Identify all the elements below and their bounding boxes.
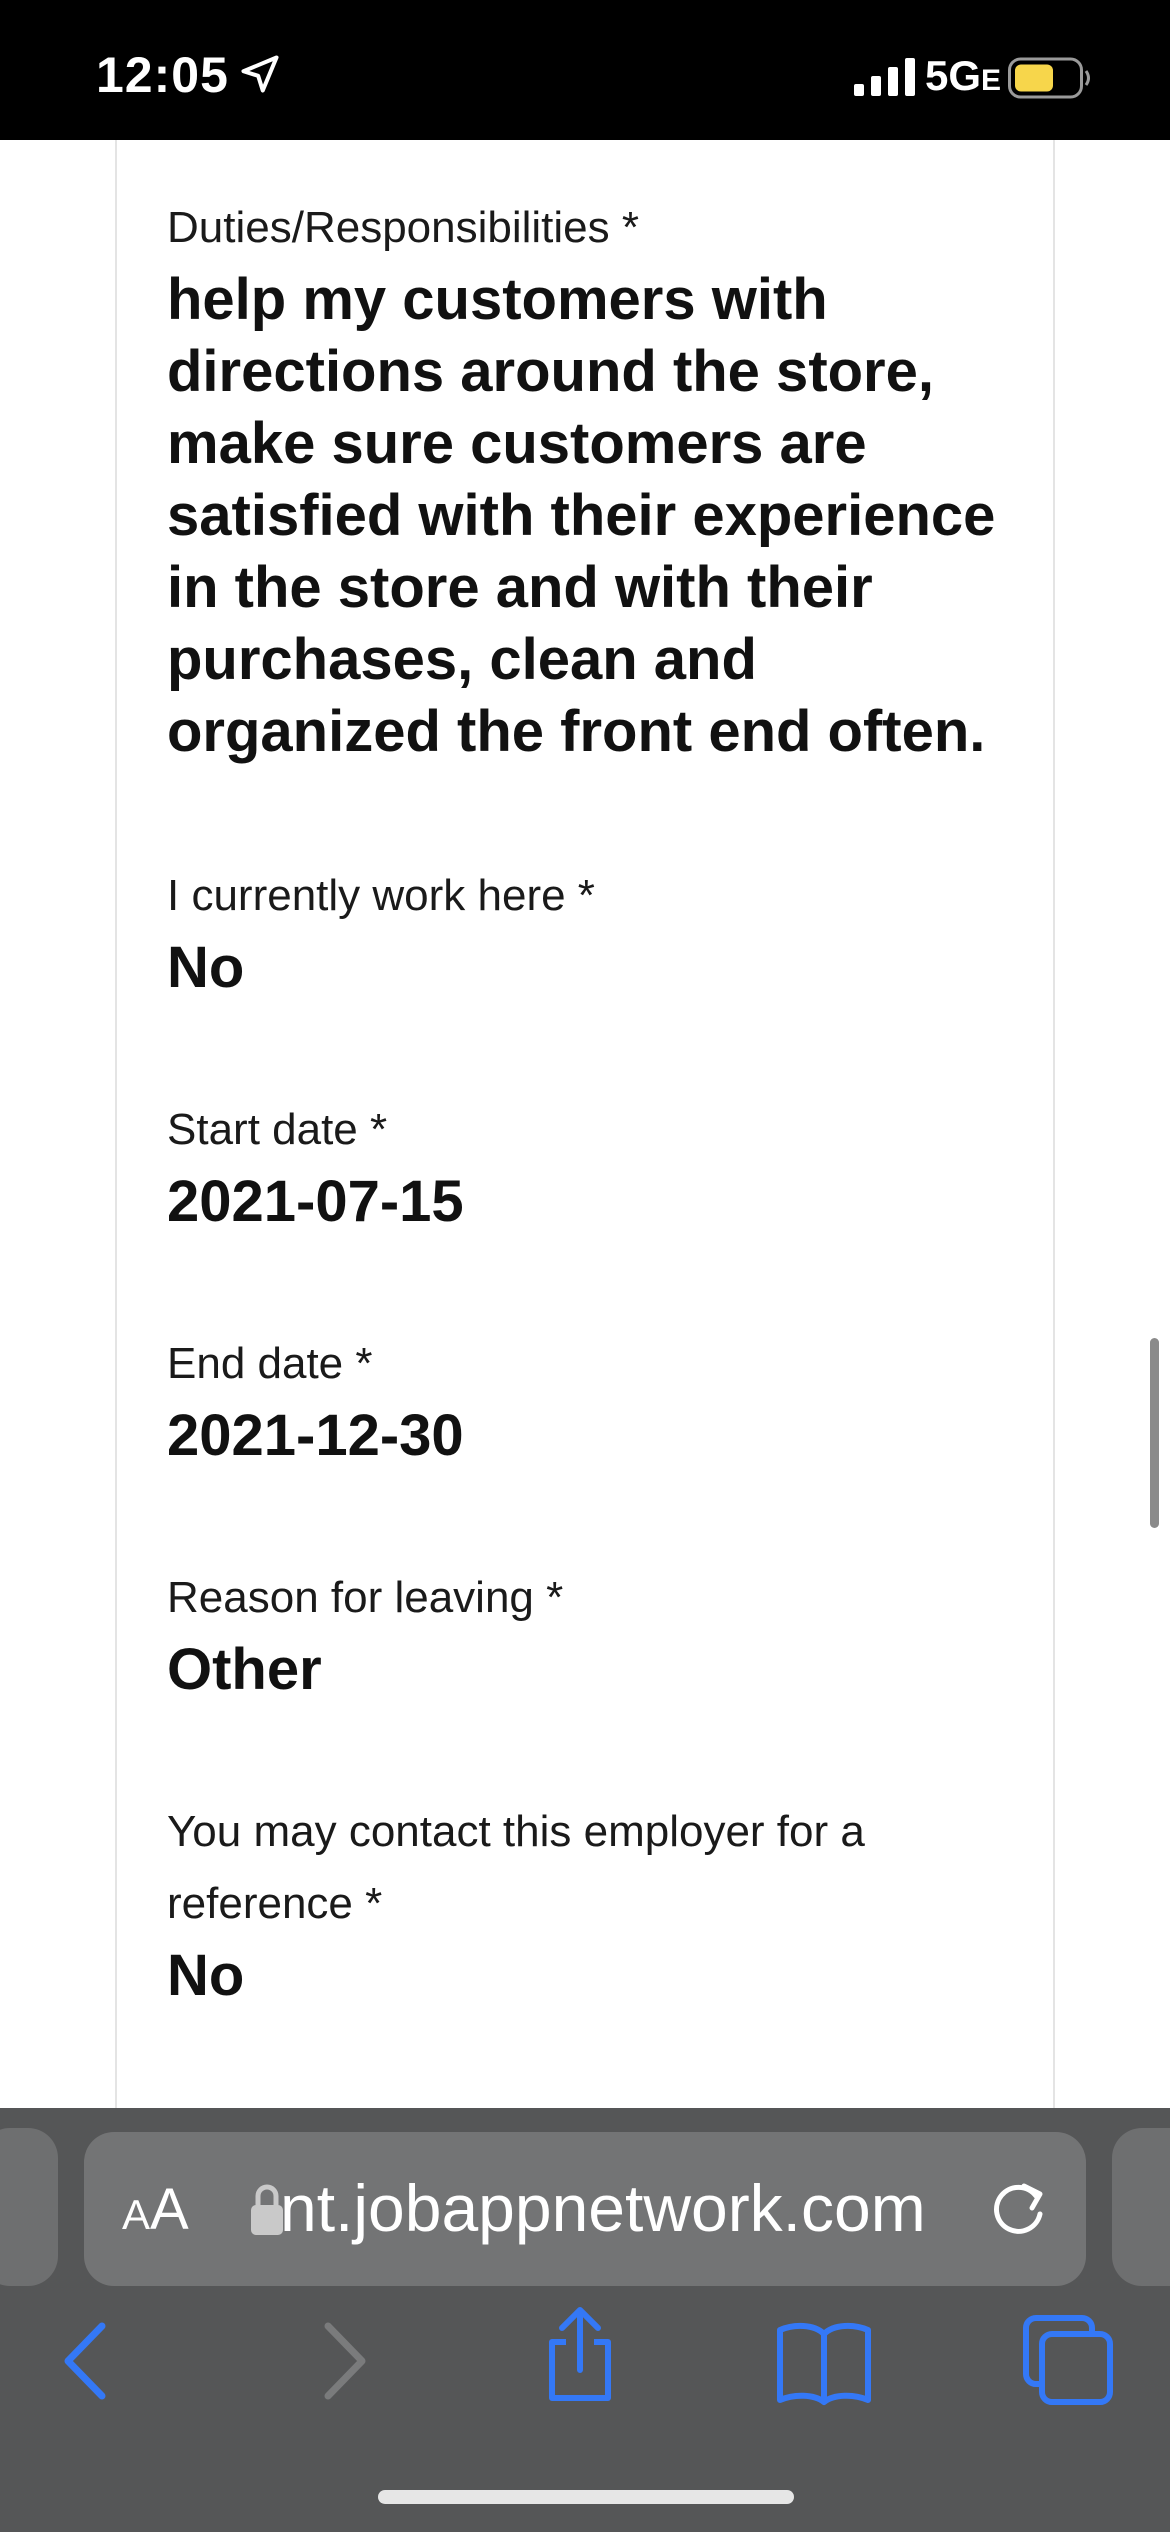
reason-for-leaving-value: Other	[167, 1637, 322, 1702]
scroll-indicator[interactable]	[1150, 1338, 1159, 1528]
contact-reference-field: You may contact this employer for a refe…	[167, 1796, 1007, 2012]
reason-for-leaving-label: Reason for leaving *	[167, 1573, 564, 1622]
text-size-button[interactable]: AA	[122, 2176, 189, 2243]
forward-icon[interactable]	[290, 2316, 390, 2406]
currently-work-here-field: I currently work here * No	[167, 860, 1007, 1004]
back-icon[interactable]	[40, 2316, 140, 2406]
home-indicator[interactable]	[378, 2490, 794, 2504]
status-bar: 12:05 5GE	[0, 0, 1170, 140]
previous-tab-preview[interactable]	[0, 2128, 58, 2286]
contact-reference-value: No	[167, 1943, 245, 2008]
duties-field: Duties/Responsibilities * help my custom…	[167, 192, 1007, 768]
bookmarks-icon[interactable]	[774, 2316, 874, 2406]
employment-details-card: Duties/Responsibilities * help my custom…	[115, 140, 1055, 2110]
address-bar[interactable]: AA nt.jobappnetwork.com	[84, 2132, 1086, 2286]
status-time: 12:05	[96, 47, 229, 103]
network-type: 5GE	[925, 52, 1002, 99]
duties-label: Duties/Responsibilities *	[167, 203, 639, 252]
reason-for-leaving-field: Reason for leaving * Other	[167, 1562, 1007, 1706]
cellular-signal-icon	[854, 58, 915, 96]
start-date-label: Start date *	[167, 1105, 388, 1154]
tabs-icon[interactable]	[1018, 2310, 1118, 2410]
end-date-field: End date * 2021-12-30	[167, 1328, 1007, 1472]
next-tab-preview[interactable]	[1112, 2128, 1170, 2286]
location-arrow-icon	[241, 55, 279, 93]
currently-work-here-label: I currently work here *	[167, 871, 595, 920]
battery-icon	[1008, 57, 1090, 99]
url-text[interactable]: nt.jobappnetwork.com	[280, 2170, 1040, 2246]
share-icon[interactable]	[530, 2306, 630, 2406]
contact-reference-label: You may contact this employer for a refe…	[167, 1807, 865, 1928]
duties-value: help my customers with directions around…	[167, 267, 996, 764]
lock-icon	[251, 2184, 283, 2235]
end-date-value: 2021-12-30	[167, 1403, 464, 1468]
currently-work-here-value: No	[167, 935, 245, 1000]
start-date-field: Start date * 2021-07-15	[167, 1094, 1007, 1238]
reload-icon[interactable]	[984, 2174, 1054, 2244]
start-date-value: 2021-07-15	[167, 1169, 464, 1234]
end-date-label: End date *	[167, 1339, 373, 1388]
